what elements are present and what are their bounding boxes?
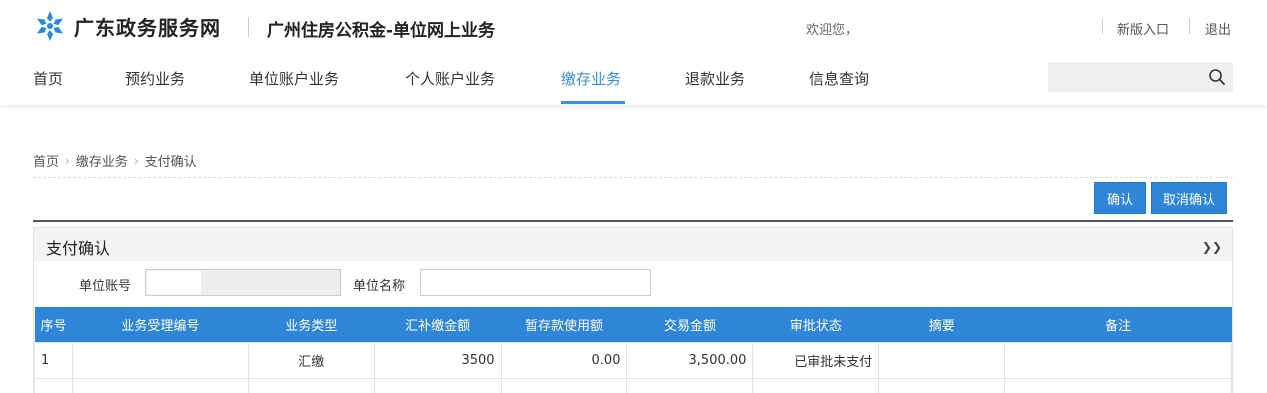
col-header: 交易金额 <box>626 307 753 342</box>
table-row-empty <box>34 377 1232 393</box>
cell-remit-amount: 3500 <box>373 341 502 379</box>
top-header: 广东政务服务网 广州住房公积金-单位网上业务 欢迎您， 新版入口 退出 首页 预… <box>0 0 1267 105</box>
col-header: 备注 <box>1004 307 1232 342</box>
cell-remark <box>1004 341 1232 379</box>
unit-account-value-mask <box>147 271 201 294</box>
nav-active-indicator <box>561 101 625 104</box>
system-name: 广州住房公积金-单位网上业务 <box>267 21 496 41</box>
breadcrumb-home[interactable]: 首页 <box>33 151 59 170</box>
panel-title: 支付确认 <box>46 239 111 258</box>
cell-temp-deposit: 0.00 <box>500 341 628 379</box>
welcome-text: 欢迎您， <box>806 23 859 38</box>
nav-item-info-query[interactable]: 信息查询 <box>809 68 869 89</box>
nav-item-deposit[interactable]: 缴存业务 <box>561 68 621 89</box>
cell-business-type: 汇缴 <box>247 341 375 379</box>
logout-link[interactable]: 退出 <box>1205 19 1231 38</box>
header-divider <box>1189 18 1190 34</box>
section-divider <box>33 220 1233 222</box>
cell-transaction-amount: 3,500.00 <box>626 341 754 379</box>
site-name: 广东政务服务网 <box>74 16 221 40</box>
col-header: 审批状态 <box>752 307 879 342</box>
nav-item-home[interactable]: 首页 <box>33 68 63 89</box>
snowflake-logo-icon <box>37 11 63 41</box>
search-input[interactable] <box>1048 62 1233 92</box>
col-header: 业务类型 <box>248 307 375 342</box>
breadcrumb: 首页 › 缴存业务 › 支付确认 <box>33 151 197 171</box>
nav-item-personal-account[interactable]: 个人账户业务 <box>405 68 495 89</box>
search-icon[interactable] <box>1208 68 1226 86</box>
cell-summary <box>878 341 1006 379</box>
unit-account-field <box>145 269 341 296</box>
cell-index: 1 <box>34 341 73 379</box>
table-row[interactable]: 1 汇缴 3500 0.00 3,500.00 已审批未支付 <box>34 341 1232 379</box>
cell-acceptance-no <box>71 341 249 379</box>
nav-item-refund[interactable]: 退款业务 <box>685 68 745 89</box>
col-header: 序号 <box>34 307 73 342</box>
payment-confirm-panel: 支付确认 ❯❯ 单位账号 单位名称 序号 业务受理编号 业务类型 汇补缴金额 暂… <box>33 227 1233 393</box>
header-divider <box>248 17 249 37</box>
unit-name-field <box>420 269 651 296</box>
new-version-link[interactable]: 新版入口 <box>1117 19 1169 38</box>
payment-table: 序号 业务受理编号 业务类型 汇补缴金额 暂存款使用额 交易金额 审批状态 摘要… <box>34 307 1232 393</box>
breadcrumb-divider <box>33 177 1233 178</box>
double-chevron-down-icon[interactable]: ❯❯ <box>1202 240 1222 254</box>
col-header: 汇补缴金额 <box>374 307 502 342</box>
cell-approval-status: 已审批未支付 <box>752 341 880 379</box>
table-header-row: 序号 业务受理编号 业务类型 汇补缴金额 暂存款使用额 交易金额 审批状态 摘要… <box>34 307 1232 342</box>
unit-account-label: 单位账号 <box>79 279 132 294</box>
breadcrumb-current: 支付确认 <box>144 155 197 170</box>
breadcrumb-deposit[interactable]: 缴存业务 <box>76 151 128 170</box>
nav-item-appointment[interactable]: 预约业务 <box>125 68 185 89</box>
col-header: 摘要 <box>878 307 1005 342</box>
col-header: 暂存款使用额 <box>501 307 627 342</box>
confirm-button[interactable]: 确认 <box>1094 182 1146 214</box>
unit-name-label: 单位名称 <box>353 279 406 294</box>
nav-item-unit-account[interactable]: 单位账户业务 <box>249 68 339 89</box>
chevron-right-icon: › <box>133 153 139 168</box>
panel-header: 支付确认 ❯❯ <box>34 228 1232 261</box>
col-header: 业务受理编号 <box>72 307 249 342</box>
header-divider <box>1102 18 1103 34</box>
cancel-confirm-button[interactable]: 取消确认 <box>1151 182 1227 214</box>
chevron-right-icon: › <box>65 153 70 168</box>
